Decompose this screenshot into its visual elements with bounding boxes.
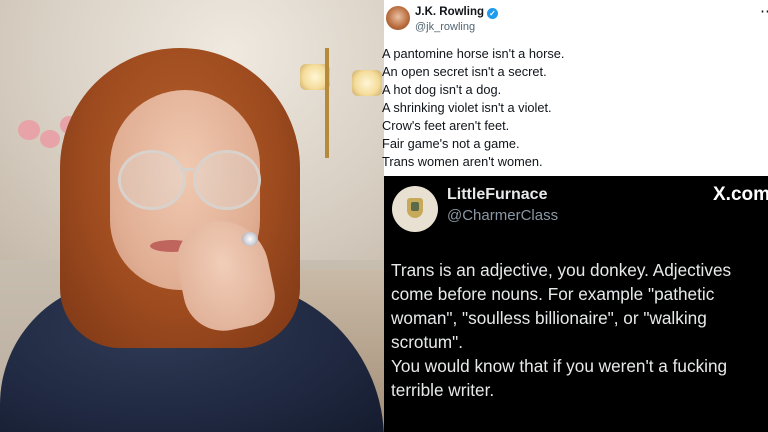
tweet-line: An open secret isn't a secret. xyxy=(382,64,547,79)
tweet-line: A pantomine horse isn't a horse. xyxy=(382,46,565,61)
reply-author-handle[interactable]: @CharmerClass xyxy=(447,207,558,224)
ring xyxy=(242,232,258,246)
reply-line: terrible writer. xyxy=(391,380,495,400)
tweet-line: A shrinking violet isn't a violet. xyxy=(382,100,552,115)
author-handle[interactable]: @jk_rowling xyxy=(415,21,475,33)
author-avatar[interactable] xyxy=(386,6,410,30)
lamp-stem xyxy=(325,48,329,158)
portrait-photo xyxy=(0,0,384,432)
verified-badge-icon: ✓ xyxy=(487,8,498,19)
reply-line: scrotum". xyxy=(391,332,463,352)
reply-line: woman", "soulless billionaire", or "walk… xyxy=(391,308,707,328)
glasses-left-lens xyxy=(118,150,186,210)
reply-line: You would know that if you weren't a fuc… xyxy=(391,356,728,376)
tweet-line: Crow's feet aren't feet. xyxy=(382,118,510,133)
tweet-line: Fair game's not a game. xyxy=(382,136,520,151)
tweet-line: A hot dog isn't a dog. xyxy=(382,82,502,97)
glasses-right-lens xyxy=(193,150,261,210)
orchid-flower xyxy=(40,130,60,148)
original-tweet-card: J.K. Rowling ✓ @jk_rowling ⋯ A pantomine … xyxy=(382,0,768,176)
reply-line: Trans is an adjective, you donkey. Adjec… xyxy=(391,260,732,280)
x-logo-watermark: X.com xyxy=(713,184,768,205)
orchid-flower xyxy=(18,120,40,140)
tweet-line: Trans women aren't women. xyxy=(382,154,543,169)
author-name-row[interactable]: J.K. Rowling ✓ xyxy=(415,6,498,19)
author-name[interactable]: J.K. Rowling xyxy=(415,6,484,18)
reply-text: Trans is an adjective, you donkey. Adjec… xyxy=(391,258,768,402)
reply-tweet-card: LittleFurnace @CharmerClass X.com Trans … xyxy=(384,176,768,432)
tweet-text: A pantomine horse isn't a horse. An open… xyxy=(382,45,768,171)
reply-author-name[interactable]: LittleFurnace xyxy=(447,186,547,204)
wall-lamp-right xyxy=(352,70,382,96)
reply-author-avatar[interactable] xyxy=(392,186,438,232)
crest-detail xyxy=(411,202,419,211)
more-options-icon[interactable]: ⋯ xyxy=(760,2,768,20)
glasses-bridge xyxy=(180,168,194,171)
reply-line: come before nouns. For example "pathetic xyxy=(391,284,715,304)
